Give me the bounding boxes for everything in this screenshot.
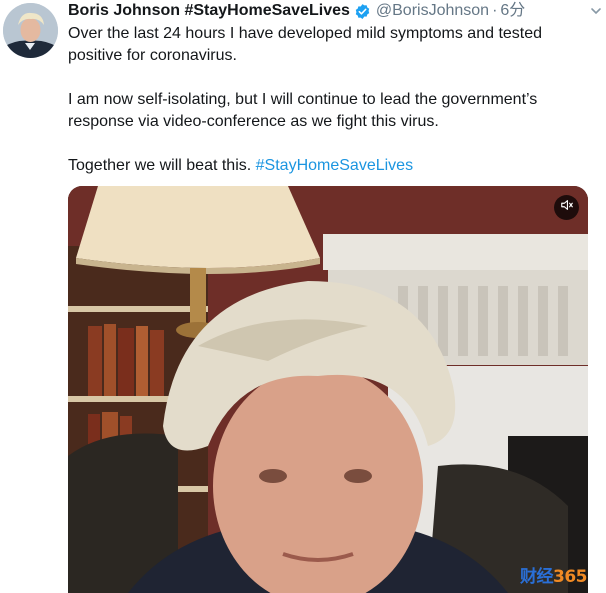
- tweet-header: Boris Johnson #StayHomeSaveLives @BorisJ…: [68, 0, 525, 22]
- user-handle[interactable]: @BorisJohnson: [376, 0, 489, 22]
- hashtag-link[interactable]: #StayHomeSaveLives: [256, 157, 413, 174]
- mute-button[interactable]: [554, 195, 579, 220]
- chevron-down-icon[interactable]: [590, 4, 602, 16]
- watermark-text: 财经: [520, 567, 554, 587]
- separator-dot: ·: [492, 2, 498, 19]
- tweet-paragraph: Over the last 24 hours I have developed …: [68, 25, 543, 64]
- tweet-paragraph: Together we will beat this. #StayHomeSav…: [68, 155, 588, 177]
- tweet: Boris Johnson #StayHomeSaveLives @BorisJ…: [0, 0, 606, 593]
- watermark-number: 365: [553, 567, 588, 587]
- video-frame: [68, 186, 588, 593]
- avatar[interactable]: [3, 3, 58, 58]
- video-player[interactable]: [68, 186, 588, 593]
- timestamp[interactable]: 6分: [500, 0, 525, 22]
- display-name[interactable]: Boris Johnson #StayHomeSaveLives: [68, 0, 350, 22]
- speaker-muted-icon: [560, 198, 574, 217]
- tweet-paragraph: I am now self-isolating, but I will cont…: [68, 91, 538, 130]
- tweet-text: Over the last 24 hours I have developed …: [68, 23, 588, 177]
- tweet-paragraph-text: Together we will beat this.: [68, 157, 256, 174]
- verified-badge-icon: [354, 3, 371, 20]
- avatar-image: [3, 3, 58, 58]
- site-watermark: 财经365: [520, 562, 606, 588]
